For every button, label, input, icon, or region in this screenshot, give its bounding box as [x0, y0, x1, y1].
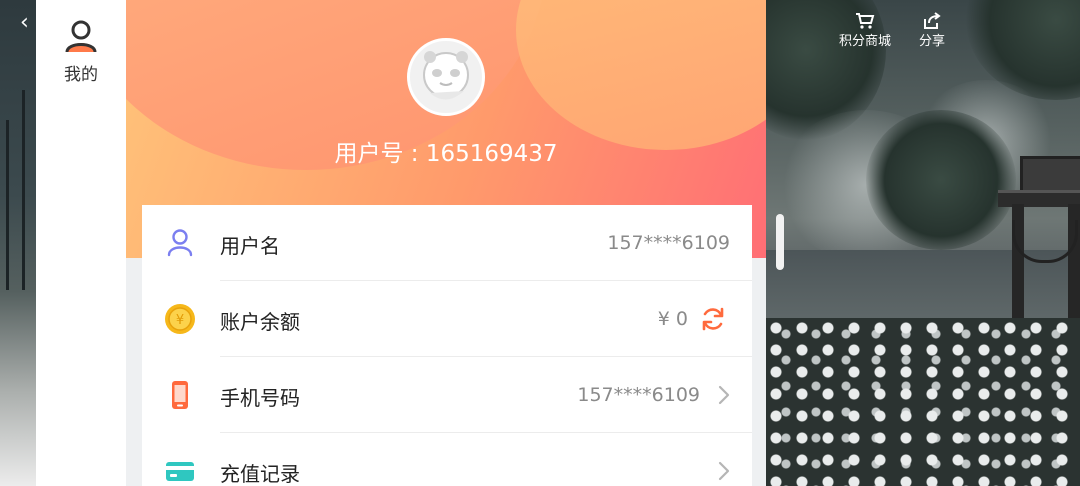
share-button[interactable]: 分享 — [902, 12, 962, 49]
row-balance[interactable]: ¥ 账户余额 ¥ 0 — [142, 281, 752, 357]
avatar[interactable] — [407, 38, 485, 116]
points-mall-button[interactable]: 积分商城 — [835, 12, 895, 49]
points-mall-label: 积分商城 — [838, 34, 891, 49]
account-panel: 用户号 : 165169437 用户名 157****6109 ¥ 账户余额 ¥… — [126, 0, 766, 486]
back-arrow-icon[interactable]: ‹ — [20, 12, 29, 34]
scroll-handle[interactable] — [776, 214, 784, 270]
row-phone-value: 157****6109 — [577, 384, 700, 406]
tab-mine[interactable]: 我的 — [36, 18, 126, 85]
card-icon — [166, 462, 194, 481]
tree-trunk — [22, 90, 25, 290]
svg-text:¥: ¥ — [176, 313, 184, 328]
row-username-value: 157****6109 — [607, 232, 730, 254]
row-phone-label: 手机号码 — [220, 386, 300, 410]
tree-trunk — [6, 120, 9, 290]
flower-field — [766, 318, 1080, 486]
share-icon — [924, 12, 941, 29]
screen: ‹ 积分商城 分享 我的 用户号: 165169437 用户名 157****… — [0, 0, 1080, 486]
chevron-right-icon — [718, 385, 730, 405]
row-recharge-records[interactable]: 充值记录 — [142, 433, 752, 486]
game-background-left — [0, 0, 36, 486]
tab-rail: 我的 — [36, 0, 126, 486]
panda-avatar-icon — [423, 51, 469, 100]
gazebo — [998, 150, 1080, 320]
cart-icon — [856, 13, 875, 29]
row-username-label: 用户名 — [220, 234, 280, 258]
user-icon — [167, 229, 193, 257]
tree-foliage — [866, 110, 1016, 250]
row-recharge-records-label: 充值记录 — [220, 462, 300, 486]
profile-icon — [65, 20, 97, 53]
refresh-icon[interactable] — [700, 306, 726, 332]
chevron-right-icon — [718, 461, 730, 481]
account-info-card: 用户名 157****6109 ¥ 账户余额 ¥ 0 手机号码 157****6… — [142, 205, 752, 486]
tab-mine-label: 我的 — [64, 65, 98, 85]
row-balance-value: ¥ 0 — [657, 308, 688, 330]
game-background-right — [766, 0, 1080, 486]
header-decoration — [516, 0, 766, 150]
row-balance-label: 账户余额 — [220, 310, 300, 334]
row-phone[interactable]: 手机号码 157****6109 — [142, 357, 752, 433]
user-id-text: 用户号 : 165169437 — [334, 141, 558, 167]
coin-icon: ¥ — [165, 304, 195, 334]
phone-icon — [172, 381, 188, 409]
share-label: 分享 — [918, 34, 945, 49]
row-username[interactable]: 用户名 157****6109 — [142, 205, 752, 281]
